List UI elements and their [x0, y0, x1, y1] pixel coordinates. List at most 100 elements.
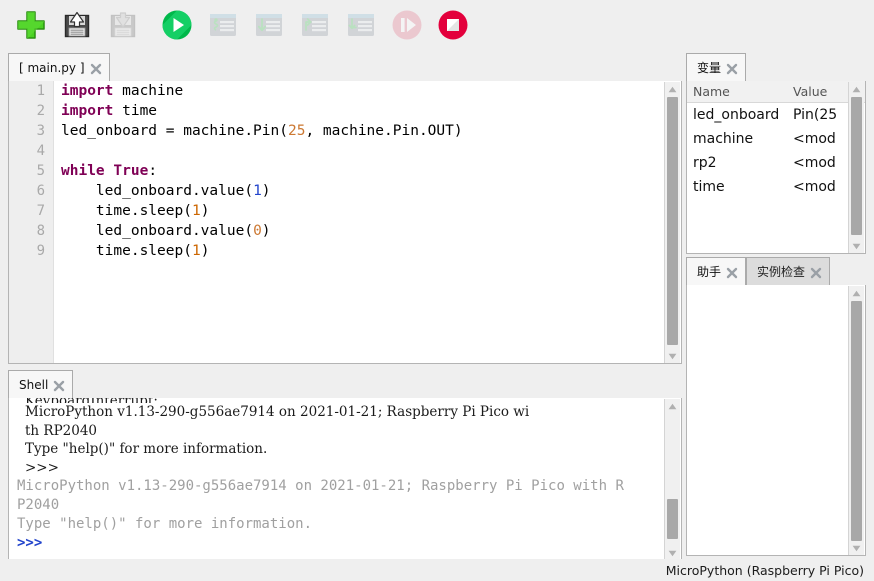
scroll-up-icon[interactable] — [849, 82, 864, 96]
variables-rows: led_onboardPin(25machine<modrp2<modtime<… — [687, 103, 865, 199]
scroll-up-icon[interactable] — [849, 286, 864, 300]
code-line: import time — [61, 101, 463, 121]
assistant-tab-label: 助手 — [697, 263, 721, 280]
code-token: 1 — [253, 183, 262, 199]
scrollbar-thumb[interactable] — [851, 301, 862, 541]
scroll-down-icon[interactable] — [665, 349, 680, 363]
shell-tabstrip: Shell — [8, 369, 682, 399]
table-row[interactable]: machine<mod — [687, 127, 865, 151]
code-token: while — [61, 163, 105, 179]
arrow-down-list-icon — [254, 11, 284, 42]
assistant-vertical-scrollbar[interactable] — [848, 286, 864, 555]
column-header-name[interactable]: Name — [687, 84, 793, 99]
editor-vertical-scrollbar[interactable] — [664, 82, 680, 363]
scroll-down-icon[interactable] — [849, 239, 864, 253]
line-number: 1 — [9, 81, 53, 101]
scrollbar-thumb[interactable] — [851, 97, 862, 235]
shell-vertical-scrollbar[interactable] — [664, 399, 680, 560]
debug-button[interactable] — [204, 5, 242, 47]
resume-play-icon — [391, 9, 423, 44]
scrollbar-thumb[interactable] — [667, 499, 678, 539]
code-text[interactable]: import machineimport timeled_onboard = m… — [61, 81, 463, 261]
code-line: led_onboard.value(0) — [61, 221, 463, 241]
code-line: time.sleep(1) — [61, 241, 463, 261]
shell-output: KeyboardInterrupt:MicroPython v1.13-290-… — [17, 398, 657, 553]
step-into-button[interactable] — [296, 5, 334, 47]
floppy-up-arrow-icon — [62, 10, 92, 43]
shell-line: P2040 — [17, 496, 657, 515]
assistant-text — [687, 285, 865, 297]
code-line: led_onboard = machine.Pin(25, machine.Pi… — [61, 121, 463, 141]
shell-line: Type "help()" for more information. — [17, 440, 657, 459]
save-button[interactable] — [58, 5, 96, 47]
editor-tab-mainpy[interactable]: [ main.py ] — [8, 53, 110, 81]
scroll-up-icon[interactable] — [665, 82, 680, 96]
table-row[interactable]: led_onboardPin(25 — [687, 103, 865, 127]
step-out-button[interactable] — [342, 5, 380, 47]
variables-tab-label: 变量 — [697, 59, 721, 76]
code-token: time.sleep( — [61, 203, 192, 219]
interpreter-status[interactable]: MicroPython (Raspberry Pi Pico) — [666, 563, 864, 578]
close-icon[interactable] — [90, 63, 102, 75]
line-number: 9 — [9, 241, 53, 261]
shell-prompt: >>> — [17, 459, 657, 478]
scroll-down-icon[interactable] — [665, 546, 680, 560]
object-inspector-tab-label: 实例检查 — [757, 263, 805, 280]
code-token: led_onboard = machine.Pin( — [61, 123, 288, 139]
variables-vertical-scrollbar[interactable] — [848, 82, 864, 253]
assistant-pane: 助手 实例检查 — [686, 256, 866, 556]
code-token: time — [113, 103, 157, 119]
line-number-gutter: 1 2 3 4 5 6 7 8 9 — [9, 81, 54, 363]
line-number: 2 — [9, 101, 53, 121]
variable-name: machine — [687, 131, 793, 147]
assistant-tabstrip: 助手 实例检查 — [686, 256, 866, 286]
scroll-down-icon[interactable] — [849, 541, 864, 555]
shell-tab-label: Shell — [19, 378, 48, 392]
run-button[interactable] — [158, 5, 196, 47]
variables-pane: 变量 Name Value led_onboardPin(25machine<m… — [686, 52, 866, 254]
shell-console[interactable]: KeyboardInterrupt:MicroPython v1.13-290-… — [8, 398, 682, 561]
load-button[interactable] — [104, 5, 142, 47]
shell-tab[interactable]: Shell — [8, 370, 73, 398]
scroll-up-icon[interactable] — [665, 399, 680, 413]
table-row[interactable]: time<mod — [687, 175, 865, 199]
green-play-icon — [161, 9, 193, 44]
close-icon[interactable] — [726, 267, 738, 279]
assistant-content[interactable] — [686, 285, 866, 556]
variables-tab[interactable]: 变量 — [686, 53, 746, 81]
assistant-tab[interactable]: 助手 — [686, 257, 746, 285]
code-token: 1 — [192, 203, 201, 219]
shell-prompt: >>> — [17, 534, 657, 553]
arrow-into-list-icon — [300, 11, 330, 42]
close-icon[interactable] — [810, 267, 822, 279]
close-icon[interactable] — [726, 63, 738, 75]
code-line — [61, 141, 463, 161]
code-token: 1 — [192, 243, 201, 259]
stop-button[interactable] — [434, 5, 472, 47]
shell-pane: Shell KeyboardInterrupt:MicroPython v1.1… — [8, 369, 682, 561]
table-row[interactable]: rp2<mod — [687, 151, 865, 175]
scrollbar-thumb[interactable] — [667, 97, 678, 345]
variables-table[interactable]: Name Value led_onboardPin(25machine<modr… — [686, 81, 866, 254]
code-token: ) — [201, 243, 210, 259]
toolbar — [0, 0, 874, 52]
step-over-button[interactable] — [250, 5, 288, 47]
resume-button[interactable] — [388, 5, 426, 47]
green-plus-icon — [16, 10, 46, 43]
code-token: led_onboard.value( — [61, 223, 253, 239]
code-token: import — [61, 83, 113, 99]
code-token: time.sleep( — [61, 243, 192, 259]
close-icon[interactable] — [53, 380, 65, 392]
code-token: True — [113, 163, 148, 179]
shell-line: MicroPython v1.13-290-g556ae7914 on 2021… — [17, 403, 657, 422]
floppy-down-arrow-icon — [108, 10, 138, 43]
code-token: 25 — [288, 123, 305, 139]
new-file-button[interactable] — [12, 5, 50, 47]
code-editor[interactable]: 1 2 3 4 5 6 7 8 9 import machineimport t… — [8, 81, 682, 364]
object-inspector-tab[interactable]: 实例检查 — [746, 257, 830, 285]
shell-line: MicroPython v1.13-290-g556ae7914 on 2021… — [17, 477, 657, 496]
line-number: 8 — [9, 221, 53, 241]
arrow-out-list-icon — [346, 11, 376, 42]
editor-pane: [ main.py ] 1 2 3 4 5 6 7 8 9 import — [8, 52, 682, 364]
code-token: ) — [262, 183, 271, 199]
